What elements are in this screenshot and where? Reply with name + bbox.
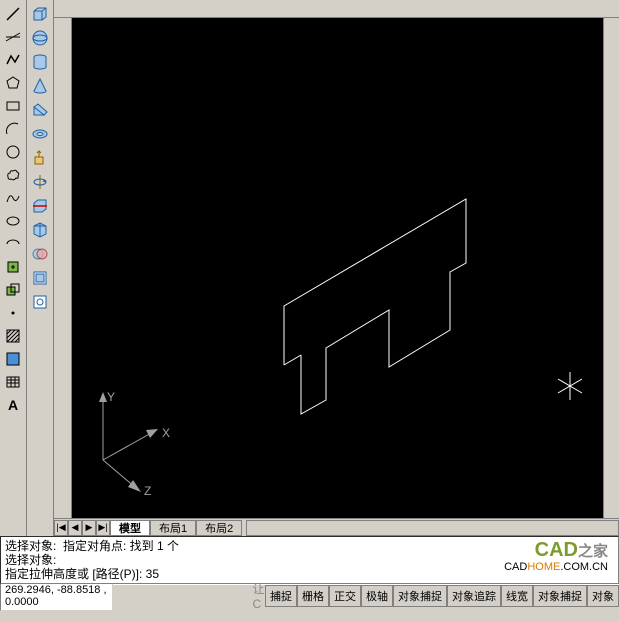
tab-layout2[interactable]: 布局2	[196, 520, 242, 536]
status-ortho[interactable]: 正交	[329, 585, 361, 607]
xline-icon[interactable]	[3, 27, 23, 47]
ellipse-icon[interactable]	[3, 211, 23, 231]
cylinder-icon[interactable]	[30, 52, 50, 72]
status-hint: 让C	[253, 580, 265, 611]
slice-icon[interactable]	[30, 196, 50, 216]
torus-icon[interactable]	[30, 124, 50, 144]
tab-nav-first[interactable]: |◀	[54, 520, 68, 536]
tab-nav-last[interactable]: ▶|	[96, 520, 110, 536]
insert-icon[interactable]	[3, 257, 23, 277]
status-bar: 269.2946, -88.8518 , 0.0000 让C 捕捉 栅格 正交 …	[0, 584, 619, 606]
spline-icon[interactable]	[3, 188, 23, 208]
block-icon[interactable]	[3, 280, 23, 300]
region-icon[interactable]	[3, 349, 23, 369]
mtext-icon[interactable]: A	[3, 395, 23, 415]
setup-icon[interactable]	[30, 268, 50, 288]
wedge-icon[interactable]	[30, 100, 50, 120]
profile-icon[interactable]	[30, 292, 50, 312]
circle-icon[interactable]	[3, 142, 23, 162]
line-icon[interactable]	[3, 4, 23, 24]
tab-layout1[interactable]: 布局1	[150, 520, 196, 536]
status-grid[interactable]: 栅格	[297, 585, 329, 607]
3d-toolbar	[27, 0, 54, 536]
watermark-brand: CAD之家	[535, 539, 608, 562]
revcloud-icon[interactable]	[3, 165, 23, 185]
table-icon[interactable]	[3, 372, 23, 392]
status-osnap[interactable]: 对象捕捉	[393, 585, 447, 607]
ruler-horizontal	[54, 0, 619, 18]
status-obj[interactable]: 对象	[587, 585, 619, 607]
status-otrack[interactable]: 对象追踪	[447, 585, 501, 607]
rectangle-icon[interactable]	[3, 96, 23, 116]
scrollbar-horizontal[interactable]	[246, 520, 619, 536]
status-osnap2[interactable]: 对象捕捉	[533, 585, 587, 607]
axis-x-label: X	[162, 426, 170, 440]
status-snap[interactable]: 捕捉	[265, 585, 297, 607]
ruler-vertical	[54, 18, 72, 518]
section-icon[interactable]	[30, 220, 50, 240]
sphere-icon[interactable]	[30, 28, 50, 48]
draw-toolbar: A	[0, 0, 27, 536]
cursor-crosshair	[550, 366, 590, 406]
axis-y-label: Y	[107, 390, 115, 404]
cmd-history-1: 选择对象: 指定对角点: 找到 1 个	[5, 539, 614, 553]
tab-nav-next[interactable]: ▶	[82, 520, 96, 536]
drawing-viewport[interactable]: Y X Z	[72, 18, 603, 518]
polygon-icon[interactable]	[3, 73, 23, 93]
status-lwt[interactable]: 线宽	[501, 585, 533, 607]
status-polar[interactable]: 极轴	[361, 585, 393, 607]
interfere-icon[interactable]	[30, 244, 50, 264]
revolve-icon[interactable]	[30, 172, 50, 192]
watermark-url: CADHOME.COM.CN	[504, 561, 608, 573]
arc-icon[interactable]	[3, 119, 23, 139]
polyline-icon[interactable]	[3, 50, 23, 70]
tab-nav-prev[interactable]: ◀	[68, 520, 82, 536]
layout-tabs: |◀ ◀ ▶ ▶| 模型 布局1 布局2	[54, 518, 619, 536]
scrollbar-vertical[interactable]	[603, 18, 619, 518]
tab-model[interactable]: 模型	[110, 520, 150, 536]
axis-z-label: Z	[144, 484, 151, 498]
coordinates-display: 269.2946, -88.8518 , 0.0000	[0, 581, 113, 611]
ucs-icon	[78, 380, 178, 500]
cone-icon[interactable]	[30, 76, 50, 96]
point-icon[interactable]	[3, 303, 23, 323]
command-window[interactable]: 选择对象: 指定对角点: 找到 1 个 选择对象: 指定拉伸高度或 [路径(P)…	[0, 536, 619, 584]
hatch-icon[interactable]	[3, 326, 23, 346]
extrude-icon[interactable]	[30, 148, 50, 168]
ellipsearc-icon[interactable]	[3, 234, 23, 254]
box-icon[interactable]	[30, 4, 50, 24]
